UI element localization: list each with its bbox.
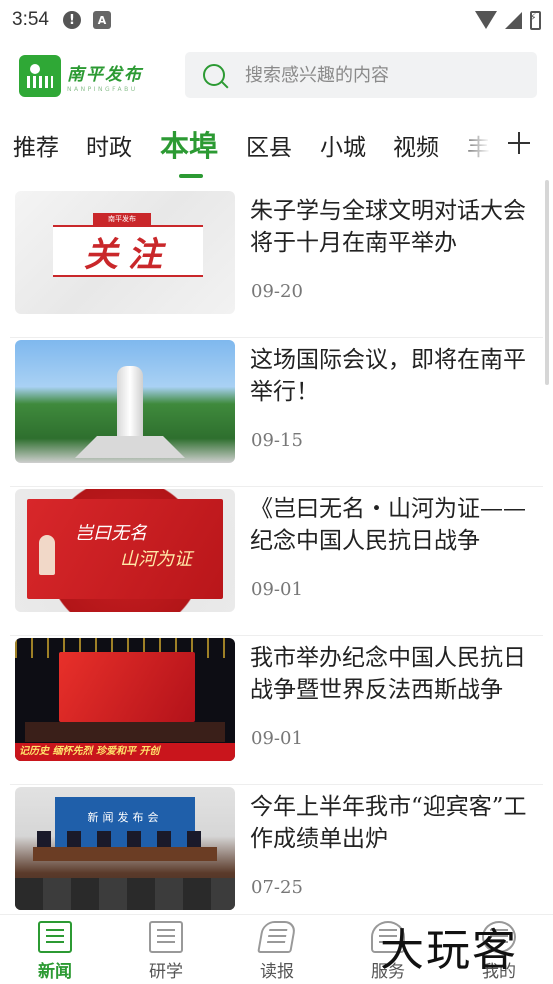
- watermark: 大玩客: [380, 925, 518, 976]
- status-bar: 3:54 ! A: [0, 0, 553, 40]
- tabs-fade: [450, 120, 500, 175]
- article-date: 09-20: [251, 281, 303, 302]
- nav-item-study[interactable]: 研学: [131, 921, 201, 982]
- article-item[interactable]: 记历史 缅怀先烈 珍爱和平 开创 我市举办纪念中国人民抗日战争暨世界反法西斯战争…: [0, 636, 553, 785]
- nav-item-news[interactable]: 新闻: [20, 921, 90, 982]
- status-right-icons: [475, 10, 541, 30]
- article-date: 07-25: [251, 877, 303, 898]
- list-scrollbar[interactable]: [545, 180, 549, 385]
- thumb-caption-strip: 记历史 缅怀先烈 珍爱和平 开创: [15, 743, 235, 761]
- status-left-icons: ! A: [62, 11, 111, 29]
- article-item[interactable]: 南平发布 关注 朱子学与全球文明对话大会将于十月在南平举办 09-20: [0, 189, 553, 338]
- article-title: 我市举办纪念中国人民抗日战争暨世界反法西斯战争: [250, 645, 526, 703]
- logo-english: NANPINGFABU: [67, 85, 138, 93]
- article-thumbnail: [15, 340, 235, 463]
- article-date: 09-01: [251, 728, 303, 749]
- article-list[interactable]: 南平发布 关注 朱子学与全球文明对话大会将于十月在南平举办 09-20 这场国际…: [0, 189, 553, 914]
- tab-video[interactable]: 视频: [393, 128, 439, 162]
- nav-label-read: 读报: [260, 962, 294, 982]
- article-thumbnail: 记历史 缅怀先烈 珍爱和平 开创: [15, 638, 235, 761]
- article-title: 《岂曰无名・山河为证——纪念中国人民抗日战争: [250, 496, 526, 554]
- app-logo[interactable]: 南平发布 NANPINGFABU: [19, 55, 143, 97]
- thumb-banner: 关注: [53, 225, 203, 277]
- status-time: 3:54: [12, 9, 49, 30]
- stage-screen: [59, 652, 195, 722]
- search-bar[interactable]: [185, 52, 537, 98]
- article-thumbnail: 新闻发布会: [15, 787, 235, 910]
- app-header: 南平发布 NANPINGFABU: [0, 50, 553, 100]
- article-item[interactable]: 这场国际会议，即将在南平举行！ 09-15: [0, 338, 553, 487]
- search-input[interactable]: [245, 64, 525, 86]
- nav-label-news: 新闻: [38, 962, 72, 982]
- article-item[interactable]: 新闻发布会 今年上半年我市“迎宾客”工作成绩单出炉 07-25: [0, 785, 553, 914]
- tab-recommend[interactable]: 推荐: [13, 128, 59, 162]
- article-thumbnail: 岂曰无名 山河为证: [15, 489, 235, 612]
- a-icon: A: [92, 11, 111, 29]
- search-icon: [203, 64, 225, 86]
- logo-mark-icon: [19, 55, 61, 97]
- signal-icon: [505, 11, 522, 29]
- article-thumbnail: 南平发布 关注: [15, 191, 235, 314]
- reading-icon: [257, 921, 297, 953]
- podium-table: [33, 847, 217, 861]
- nav-item-read[interactable]: 读报: [242, 921, 312, 982]
- statue-base-shape: [75, 436, 185, 458]
- logo-text: 南平发布 NANPINGFABU: [67, 60, 143, 93]
- article-date: 09-15: [251, 430, 303, 451]
- article-title: 这场国际会议，即将在南平举行！: [250, 347, 526, 405]
- figure-shape: [39, 535, 55, 575]
- stage-shape: [25, 722, 225, 742]
- channel-tabs: 推荐 时政 本埠 区县 小城 视频 丰: [0, 120, 553, 180]
- article-item[interactable]: 岂曰无名 山河为证 《岂曰无名・山河为证——纪念中国人民抗日战争 09-01: [0, 487, 553, 636]
- nav-label-study: 研学: [149, 962, 183, 982]
- tab-small-town[interactable]: 小城: [320, 128, 366, 162]
- article-title: 朱子学与全球文明对话大会将于十月在南平举办: [250, 198, 526, 256]
- active-tab-indicator: [179, 174, 203, 178]
- book-icon: [149, 921, 183, 953]
- logo-chinese: 南平发布: [67, 64, 143, 85]
- battery-charging-icon: [529, 10, 541, 30]
- board-text-1: 岂曰无名: [75, 523, 147, 544]
- tab-counties[interactable]: 区县: [246, 128, 292, 162]
- add-channel-icon[interactable]: [508, 132, 530, 154]
- thumb-tag: 南平发布: [93, 213, 151, 225]
- wifi-icon: [475, 11, 497, 29]
- tab-politics[interactable]: 时政: [86, 128, 132, 162]
- alert-icon: !: [62, 11, 81, 29]
- board-text-2: 山河为证: [120, 549, 192, 570]
- tab-local[interactable]: 本埠: [160, 123, 218, 165]
- newspaper-icon: [38, 921, 72, 953]
- article-title: 今年上半年我市“迎宾客”工作成绩单出炉: [250, 794, 527, 852]
- article-date: 09-01: [251, 579, 303, 600]
- audience-row: [15, 878, 235, 910]
